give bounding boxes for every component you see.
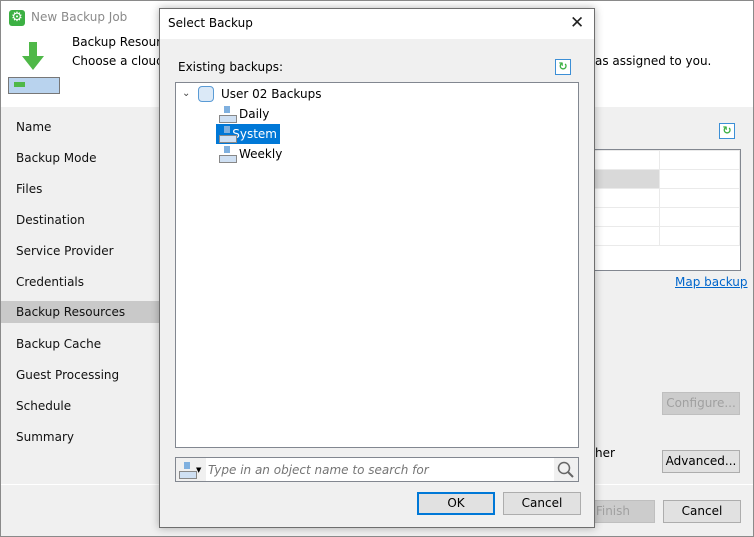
tree-node-label: Weekly [239,147,283,161]
configure-button[interactable]: Configure... [662,392,740,415]
tree-node-label: Daily [239,107,270,121]
search-box: ▼ [175,457,579,482]
backup-job-icon [219,146,237,163]
cloud-repository-icon [198,86,214,102]
nav-item-schedule[interactable]: Schedule [1,395,159,417]
close-icon[interactable]: ✕ [570,13,584,33]
nav-item-destination[interactable]: Destination [1,209,159,231]
cancel-button[interactable]: Cancel [663,500,741,523]
nav-item-backup-resources[interactable]: Backup Resources [1,301,159,323]
nav-item-guest-processing[interactable]: Guest Processing [1,364,159,386]
backup-job-icon [219,126,238,143]
window-title: New Backup Job [31,10,128,24]
nav-item-files[interactable]: Files [1,178,159,200]
tree-node-weekly[interactable]: Weekly [216,144,285,164]
backups-tree[interactable]: ⌄ User 02 Backups Daily System Weekly [175,82,579,448]
step-description-tail: as assigned to you. [595,54,712,68]
tree-node-system[interactable]: System [216,124,280,144]
ok-button[interactable]: OK [417,492,495,515]
backup-job-icon [179,461,197,479]
refresh-icon[interactable]: ↻ [719,123,735,139]
nav-item-service-provider[interactable]: Service Provider [1,240,159,262]
nav-item-backup-cache[interactable]: Backup Cache [1,333,159,355]
backup-storage-icon [8,77,60,94]
gear-icon: ⚙ [9,10,25,26]
dialog-title: Select Backup [168,16,253,30]
refresh-icon[interactable]: ↻ [555,59,571,75]
tree-node-label: User 02 Backups [221,87,322,101]
search-icon[interactable] [554,458,578,481]
nav-item-summary[interactable]: Summary [1,426,159,448]
map-backup-link[interactable]: Map backup [675,275,748,289]
backup-job-icon [219,106,237,123]
download-arrow-icon [18,42,48,72]
search-input[interactable] [206,462,554,477]
nav-item-credentials[interactable]: Credentials [1,271,159,293]
nav-item-backup-mode[interactable]: Backup Mode [1,147,159,169]
tree-node-label: System [232,127,277,141]
object-type-dropdown[interactable]: ▼ [176,458,206,481]
tree-node-root[interactable]: ⌄ User 02 Backups [176,84,578,104]
partial-label: her [595,446,615,460]
tree-node-daily[interactable]: Daily [216,104,272,124]
nav-item-name[interactable]: Name [1,116,159,138]
existing-backups-label: Existing backups: [178,60,284,74]
chevron-down-icon[interactable]: ⌄ [182,84,194,104]
select-backup-dialog: Select Backup ✕ Existing backups: ↻ ⌄ Us… [159,8,595,528]
dialog-title-bar: Select Backup ✕ [160,9,594,39]
advanced-button[interactable]: Advanced... [662,450,740,473]
dialog-cancel-button[interactable]: Cancel [503,492,581,515]
